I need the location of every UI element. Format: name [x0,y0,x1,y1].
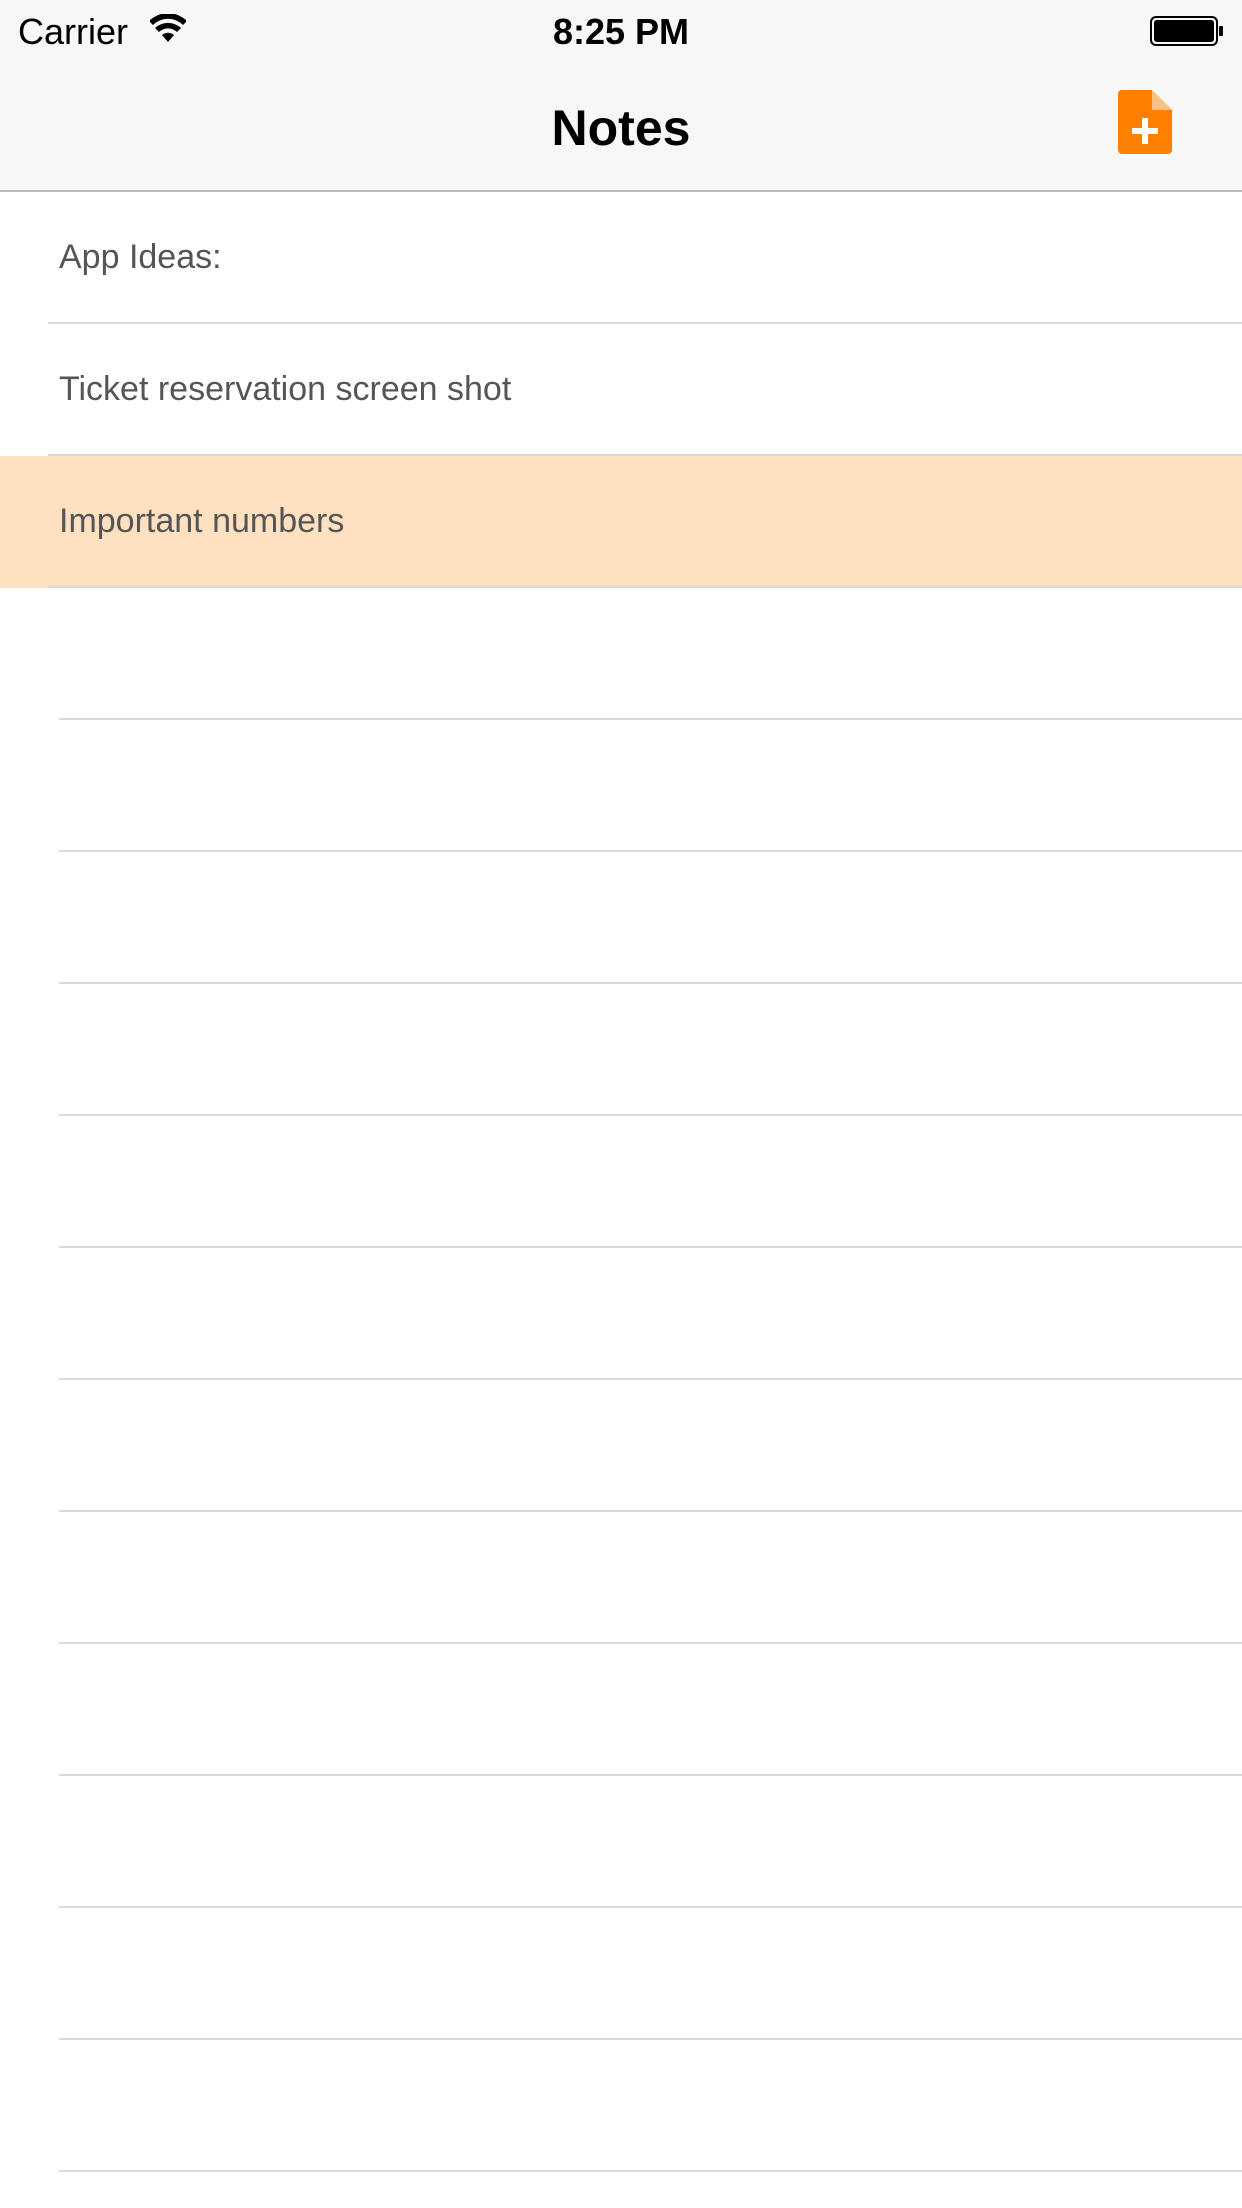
note-title: Ticket reservation screen shot [59,370,512,408]
status-time: 8:25 PM [552,11,690,52]
note-row-app-ideas[interactable]: App Ideas: [0,192,1242,324]
add-note-button[interactable] [1118,90,1172,154]
empty-row [0,1908,1242,2040]
empty-row [0,1512,1242,1644]
note-row-ticket-reservation[interactable]: Ticket reservation screen shot [0,324,1242,456]
note-title: Important numbers [59,502,345,540]
page-title: Notes [551,100,691,156]
empty-row [0,984,1242,1116]
note-title: App Ideas: [59,238,222,276]
empty-row [0,1248,1242,1380]
battery-icon [1150,16,1223,46]
empty-row [0,1380,1242,1512]
notes-list: App Ideas: Ticket reservation screen sho… [0,192,1242,2172]
empty-row [0,1644,1242,1776]
row-separator [59,2170,1242,2172]
top-bar: Carrier 8:25 PM Notes [0,0,1242,192]
note-row-important-numbers[interactable]: Important numbers [0,456,1242,588]
empty-row [0,2040,1242,2172]
empty-row [0,720,1242,852]
empty-row [0,1116,1242,1248]
empty-row [0,852,1242,984]
empty-row [0,1776,1242,1908]
empty-row [0,588,1242,720]
